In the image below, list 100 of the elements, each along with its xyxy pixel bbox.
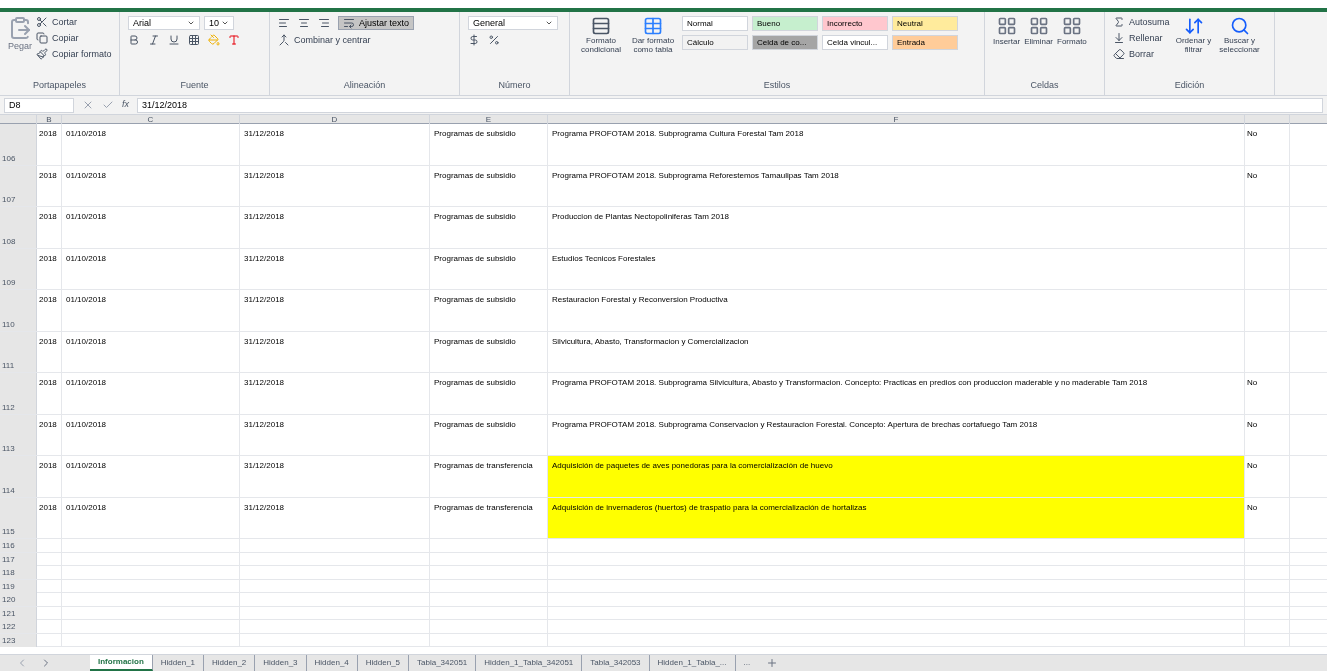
- cell-style[interactable]: Cálculo: [682, 35, 748, 50]
- column-header[interactable]: C: [62, 115, 240, 124]
- table-cell: 31/12/2018: [240, 373, 430, 414]
- ribbon-button[interactable]: Copiar: [36, 32, 112, 44]
- row-header[interactable]: 110: [0, 290, 37, 331]
- ribbon-button[interactable]: Borrar: [1113, 48, 1170, 60]
- table-cell: No: [1245, 165, 1290, 206]
- table-cell: 2018: [37, 414, 62, 455]
- cells-button[interactable]: Insertar: [993, 16, 1021, 48]
- column-header[interactable]: D: [240, 115, 430, 124]
- row-header[interactable]: 116: [0, 539, 37, 552]
- formula-field[interactable]: 31/12/2018: [137, 97, 1323, 113]
- currency-icon[interactable]: [468, 34, 480, 46]
- row-header[interactable]: 107: [0, 165, 37, 206]
- table-cell: No: [1245, 456, 1290, 497]
- font-size-field[interactable]: 10: [204, 16, 234, 30]
- align-right-icon[interactable]: [318, 17, 330, 29]
- table-cell: 01/10/2018: [62, 207, 240, 248]
- table-cell: 31/12/2018: [240, 290, 430, 331]
- table-cell: Programas de subsidio: [430, 373, 548, 414]
- cell-style[interactable]: Normal: [682, 16, 748, 31]
- cell-style[interactable]: Celda de co...: [752, 35, 818, 50]
- cell-style[interactable]: Bueno: [752, 16, 818, 31]
- cell-style[interactable]: Celda vincul...: [822, 35, 888, 50]
- more-tabs-button[interactable]: ...: [735, 655, 759, 671]
- cell-style[interactable]: Entrada: [892, 35, 958, 50]
- table-cell: Produccion de Plantas Nectopoliniferas Tam 2018: [548, 207, 1245, 248]
- column-header[interactable]: E: [430, 115, 548, 124]
- find-select-button[interactable]: Buscar y seleccionar: [1217, 16, 1262, 54]
- row-header[interactable]: 113: [0, 414, 37, 455]
- borders-icon[interactable]: [188, 34, 200, 46]
- sort-icon: [1183, 16, 1204, 36]
- cells-button[interactable]: Eliminar: [1024, 16, 1054, 48]
- table-cell: 31/12/2018: [240, 207, 430, 248]
- table-cell: 31/12/2018: [240, 497, 430, 538]
- sheet-tab[interactable]: Tabla_342051: [409, 655, 477, 671]
- row-header[interactable]: 111: [0, 331, 37, 372]
- sheet-tab[interactable]: Hidden_1_Tabla_...: [649, 655, 736, 671]
- table-cell: 2018: [37, 165, 62, 206]
- align-center-icon[interactable]: [298, 17, 310, 29]
- table-cell: Programa PROFOTAM 2018. Subprograma Cultura Forestal Tam 2018: [548, 124, 1245, 165]
- row-header[interactable]: 122: [0, 620, 37, 633]
- table-cell: Estudios Tecnicos Forestales: [548, 248, 1245, 289]
- ribbon-button[interactable]: Copiar formato: [36, 48, 112, 60]
- wrap-text-icon: [343, 17, 355, 29]
- ribbon-button[interactable]: Autosuma: [1113, 16, 1170, 28]
- sheet-tab[interactable]: Hidden_1_Tabla_342051: [476, 655, 583, 671]
- percent-icon[interactable]: [488, 34, 500, 46]
- cells-button[interactable]: Formato: [1057, 16, 1087, 48]
- table-cell: 31/12/2018: [240, 124, 430, 165]
- ribbon-button[interactable]: Rellenar: [1113, 32, 1170, 44]
- paste-button[interactable]: Pegar: [8, 16, 33, 54]
- table-cell: 01/10/2018: [62, 497, 240, 538]
- sheet-tab[interactable]: Informacion: [90, 655, 153, 671]
- cell-style[interactable]: Neutral: [892, 16, 958, 31]
- sheet-tab[interactable]: Hidden_3: [255, 655, 307, 671]
- row-header[interactable]: 120: [0, 593, 37, 606]
- row-header[interactable]: 108: [0, 207, 37, 248]
- grid-icon: [1061, 16, 1082, 36]
- italic-icon[interactable]: [148, 34, 160, 46]
- ribbon-button[interactable]: Cortar: [36, 16, 112, 28]
- row-header[interactable]: 109: [0, 248, 37, 289]
- group-label: Fuente: [179, 79, 210, 92]
- font-name-field[interactable]: Arial: [128, 16, 200, 30]
- function-icon[interactable]: fx: [122, 98, 129, 112]
- column-header[interactable]: B: [37, 115, 62, 124]
- name-box[interactable]: D8: [4, 97, 74, 113]
- font-color-icon[interactable]: [228, 34, 240, 46]
- table-cell: 31/12/2018: [240, 456, 430, 497]
- table-cell: 31/12/2018: [240, 248, 430, 289]
- table-cell: 2018: [37, 207, 62, 248]
- sheet-tab[interactable]: Hidden_1: [152, 655, 205, 671]
- row-header[interactable]: 114: [0, 456, 37, 497]
- table-cell: Programas de subsidio: [430, 290, 548, 331]
- row-header[interactable]: 112: [0, 373, 37, 414]
- bold-icon[interactable]: [128, 34, 140, 46]
- sheet-tab[interactable]: Hidden_4: [306, 655, 358, 671]
- sheet-tab[interactable]: Hidden_2: [204, 655, 256, 671]
- align-left-icon[interactable]: [278, 17, 290, 29]
- row-header[interactable]: 115: [0, 497, 37, 538]
- ribbon-button[interactable]: Combinar y centrar: [278, 34, 415, 46]
- row-header[interactable]: 118: [0, 566, 37, 579]
- format-as-table-button[interactable]: Dar formato como tabla: [628, 16, 678, 54]
- wrap-text-button[interactable]: Ajustar texto: [338, 16, 415, 30]
- conditional-format-button[interactable]: Formato condicional: [578, 16, 624, 54]
- sheet-tab[interactable]: Hidden_5: [357, 655, 410, 671]
- sort-filter-button[interactable]: Ordenar y filtrar: [1173, 16, 1214, 54]
- table-cell: 2018: [37, 456, 62, 497]
- cell-style[interactable]: Incorrecto: [822, 16, 888, 31]
- group-label: Alineación: [342, 79, 387, 92]
- fill-color-icon[interactable]: [208, 34, 220, 46]
- row-header[interactable]: 106: [0, 124, 37, 165]
- table-cell: Silvicultura, Abasto, Transformacion y Comercializacion: [548, 331, 1245, 372]
- underline-icon[interactable]: [168, 34, 180, 46]
- sheet-tab[interactable]: Tabla_342053: [582, 655, 650, 671]
- column-header[interactable]: F: [548, 115, 1245, 124]
- number-format-field[interactable]: General: [468, 16, 558, 30]
- table-cell: 01/10/2018: [62, 414, 240, 455]
- group-label: Estilos: [762, 79, 792, 92]
- table-cell: 01/10/2018: [62, 248, 240, 289]
